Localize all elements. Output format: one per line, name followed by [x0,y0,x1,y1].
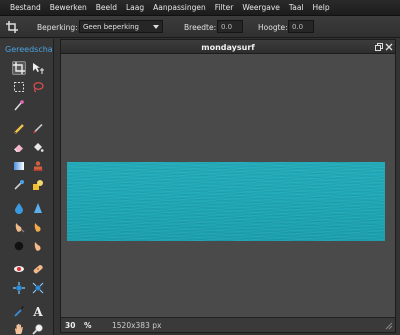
svg-text:A: A [32,305,43,317]
sharpen-icon[interactable] [31,201,45,215]
canvas-area[interactable] [61,55,395,317]
burn-icon[interactable] [31,239,45,253]
sponge-icon[interactable] [31,220,45,234]
menu-laag[interactable]: Laag [117,3,144,12]
menu-filter[interactable]: Filter [206,3,234,12]
width-field[interactable]: 0.0 [217,20,243,33]
marquee-icon[interactable] [12,80,26,94]
clone-stamp-icon[interactable] [31,159,45,173]
pinch-icon[interactable] [31,281,45,295]
options-bar: Beperking: Geen beperking Breedte: 0.0 H… [0,16,400,38]
smudge-icon[interactable] [12,220,26,234]
restore-icon[interactable] [374,43,383,52]
resize-grip-icon[interactable] [385,322,393,330]
pencil-icon[interactable] [12,121,26,135]
lasso-icon[interactable] [31,80,45,94]
paint-bucket-icon[interactable] [31,140,45,154]
height-label: Hoogte: [258,23,288,32]
brush-icon[interactable] [31,121,45,135]
canvas-image[interactable] [67,162,385,241]
image-dimensions: 1520x383 px [112,321,162,330]
menu-taal[interactable]: Taal [280,3,304,12]
close-icon[interactable] [384,43,393,52]
toolbox-title: Gereedscha [5,45,53,54]
toolbox-panel: Gereedscha A [0,39,54,335]
text-icon[interactable]: A [31,304,45,318]
blur-icon[interactable] [12,201,26,215]
eraser-icon[interactable] [12,140,26,154]
color-replace-icon[interactable] [12,178,26,192]
document-titlebar[interactable]: mondaysurf [61,40,395,54]
crop-tool-icon[interactable] [12,61,26,75]
bloat-icon[interactable] [12,281,26,295]
restriction-label: Beperking: [37,23,78,32]
menu-bewerken[interactable]: Bewerken [41,3,87,12]
chevron-down-icon [153,25,159,29]
document-window: mondaysurf 30 % 1520x383 px [60,39,396,333]
move-icon[interactable] [31,61,45,75]
spot-heal-icon[interactable] [31,262,45,276]
red-eye-icon[interactable] [12,262,26,276]
magic-wand-icon[interactable] [12,98,26,112]
photo-editor-app: Bestand Bewerken Beeld Laag Aanpassingen… [0,0,400,335]
document-title: mondaysurf [201,43,255,52]
menu-bestand[interactable]: Bestand [0,3,41,12]
menu-aanpassingen[interactable]: Aanpassingen [144,3,206,12]
document-statusbar: 30 % 1520x383 px [61,317,395,332]
restriction-value: Geen beperking [83,23,139,31]
shapes-icon[interactable] [31,178,45,192]
dodge-icon[interactable] [12,239,26,253]
gradient-icon[interactable] [12,159,26,173]
hand-icon[interactable] [12,322,26,335]
height-field[interactable]: 0.0 [288,20,314,33]
crop-icon [6,21,18,33]
eyedropper-icon[interactable] [12,304,26,318]
width-label: Breedte: [184,23,217,32]
menu-beeld[interactable]: Beeld [87,3,117,12]
restriction-select[interactable]: Geen beperking [79,20,163,33]
menu-bar: Bestand Bewerken Beeld Laag Aanpassingen… [0,0,400,16]
zoom-value[interactable]: 30 [65,321,75,330]
menu-weergave[interactable]: Weergave [233,3,280,12]
menu-help[interactable]: Help [304,3,330,12]
zoom-unit: % [84,321,92,330]
zoom-icon[interactable] [31,322,45,335]
